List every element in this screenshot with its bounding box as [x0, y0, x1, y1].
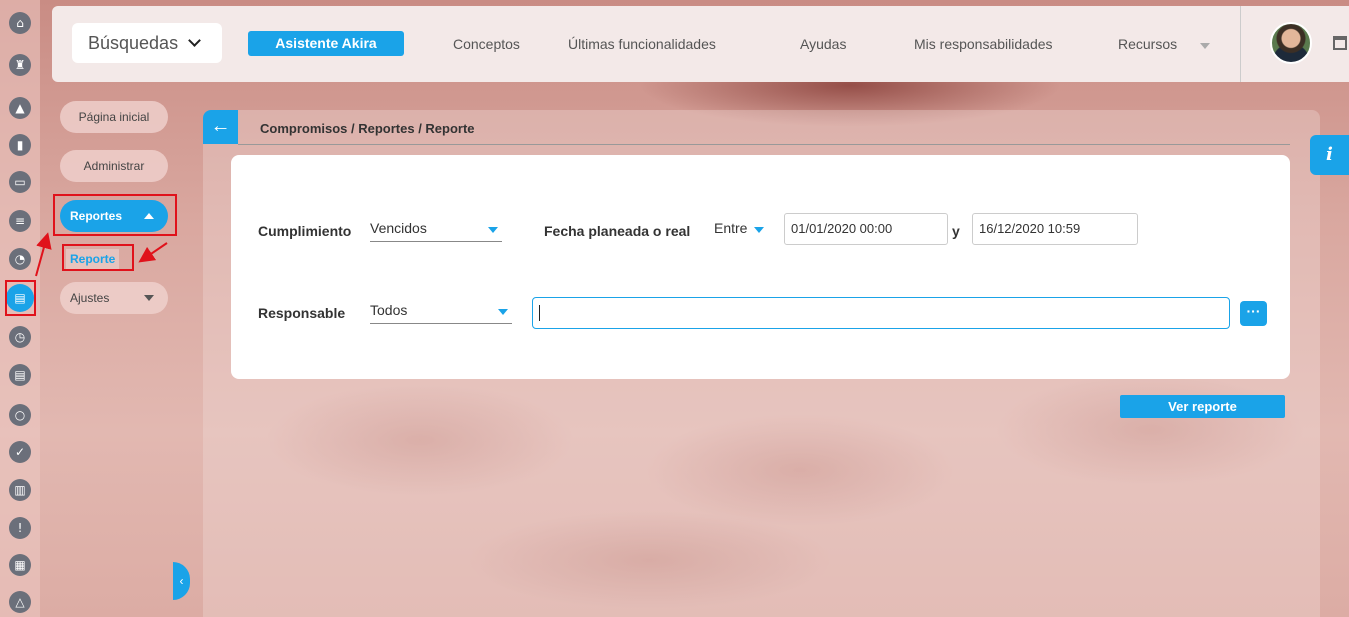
clock-icon[interactable]: ◷ — [9, 326, 31, 348]
fecha-mode-select[interactable]: Entre — [714, 220, 764, 242]
chevron-down-icon — [754, 227, 764, 233]
bar-chart-icon[interactable]: ▮ — [9, 134, 31, 156]
chevron-down-icon — [488, 227, 498, 233]
cumplimiento-select[interactable]: Vencidos — [370, 220, 502, 242]
responsable-select[interactable]: Todos — [370, 302, 512, 324]
cumplimiento-value: Vencidos — [370, 220, 427, 236]
calendar-icon[interactable]: ▦ — [9, 554, 31, 576]
check-icon[interactable]: ✓ — [9, 441, 31, 463]
document-icon[interactable]: ▤ — [9, 364, 31, 386]
nav-administrar[interactable]: Administrar — [60, 150, 168, 182]
nav-ayudas[interactable]: Ayudas — [800, 36, 846, 52]
divider — [238, 144, 1290, 145]
list-icon[interactable]: ≡ — [9, 210, 31, 232]
sub-nav: Página inicial Administrar Reportes Repo… — [40, 85, 176, 617]
divider — [1240, 6, 1241, 82]
pie-chart-icon[interactable]: ◔ — [9, 248, 31, 270]
back-button[interactable]: ← — [203, 110, 238, 144]
cumplimiento-label: Cumplimiento — [258, 223, 352, 239]
highlight-box-reporte — [62, 244, 134, 271]
pyramid-icon[interactable]: ▲ — [9, 97, 31, 119]
more-options-button[interactable]: ··· — [1240, 301, 1267, 326]
collapse-sidebar-button[interactable]: ‹ — [173, 562, 190, 600]
cycle-icon[interactable]: ○ — [9, 404, 31, 426]
date-from-input[interactable]: 01/01/2020 00:00 — [784, 213, 948, 245]
avatar[interactable] — [1270, 22, 1312, 64]
nav-pagina-inicial[interactable]: Página inicial — [60, 101, 168, 133]
search-label: Búsquedas — [88, 32, 179, 53]
nav-mis-responsabilidades[interactable]: Mis responsabilidades — [914, 36, 1053, 52]
nav-ajustes-label: Ajustes — [70, 291, 110, 305]
nav-ajustes[interactable]: Ajustes — [60, 282, 168, 314]
fecha-mode-value: Entre — [714, 220, 748, 236]
responsable-input[interactable] — [532, 297, 1230, 329]
nav-recursos[interactable]: Recursos — [1118, 36, 1177, 52]
y-label: y — [952, 223, 960, 239]
chevron-down-icon — [1200, 43, 1210, 49]
presentation-icon[interactable]: ▭ — [9, 171, 31, 193]
chevron-down-icon — [498, 309, 508, 315]
chevron-down-icon — [188, 34, 201, 47]
network-icon[interactable]: △ — [9, 591, 31, 613]
chess-rook-icon[interactable]: ♜ — [9, 54, 31, 76]
highlight-box-rail — [5, 280, 36, 316]
assistant-akira-button[interactable]: Asistente Akira — [248, 31, 404, 56]
info-icon[interactable]: i — [1310, 135, 1349, 175]
fecha-label: Fecha planeada o real — [544, 223, 691, 239]
responsable-value: Todos — [370, 302, 408, 318]
ver-reporte-button[interactable]: Ver reporte — [1120, 395, 1285, 418]
home-icon[interactable]: ⌂ — [9, 12, 31, 34]
chevron-down-icon — [144, 295, 154, 301]
nav-conceptos[interactable]: Conceptos — [453, 36, 520, 52]
highlight-box-reportes — [53, 194, 177, 236]
warning-icon[interactable]: ! — [9, 517, 31, 539]
top-bar: Búsquedas Asistente Akira Conceptos Últi… — [52, 6, 1349, 82]
nav-ultimas-funcionalidades[interactable]: Últimas funcionalidades — [568, 36, 716, 52]
responsable-label: Responsable — [258, 305, 346, 321]
filter-form — [231, 155, 1290, 379]
text-cursor — [539, 305, 540, 321]
search-dropdown[interactable]: Búsquedas — [72, 23, 222, 63]
date-to-input[interactable]: 16/12/2020 10:59 — [972, 213, 1138, 245]
briefcase-icon[interactable]: ▥ — [9, 479, 31, 501]
breadcrumb: Compromisos / Reportes / Reporte — [260, 121, 475, 136]
calendar-icon[interactable] — [1333, 36, 1347, 50]
